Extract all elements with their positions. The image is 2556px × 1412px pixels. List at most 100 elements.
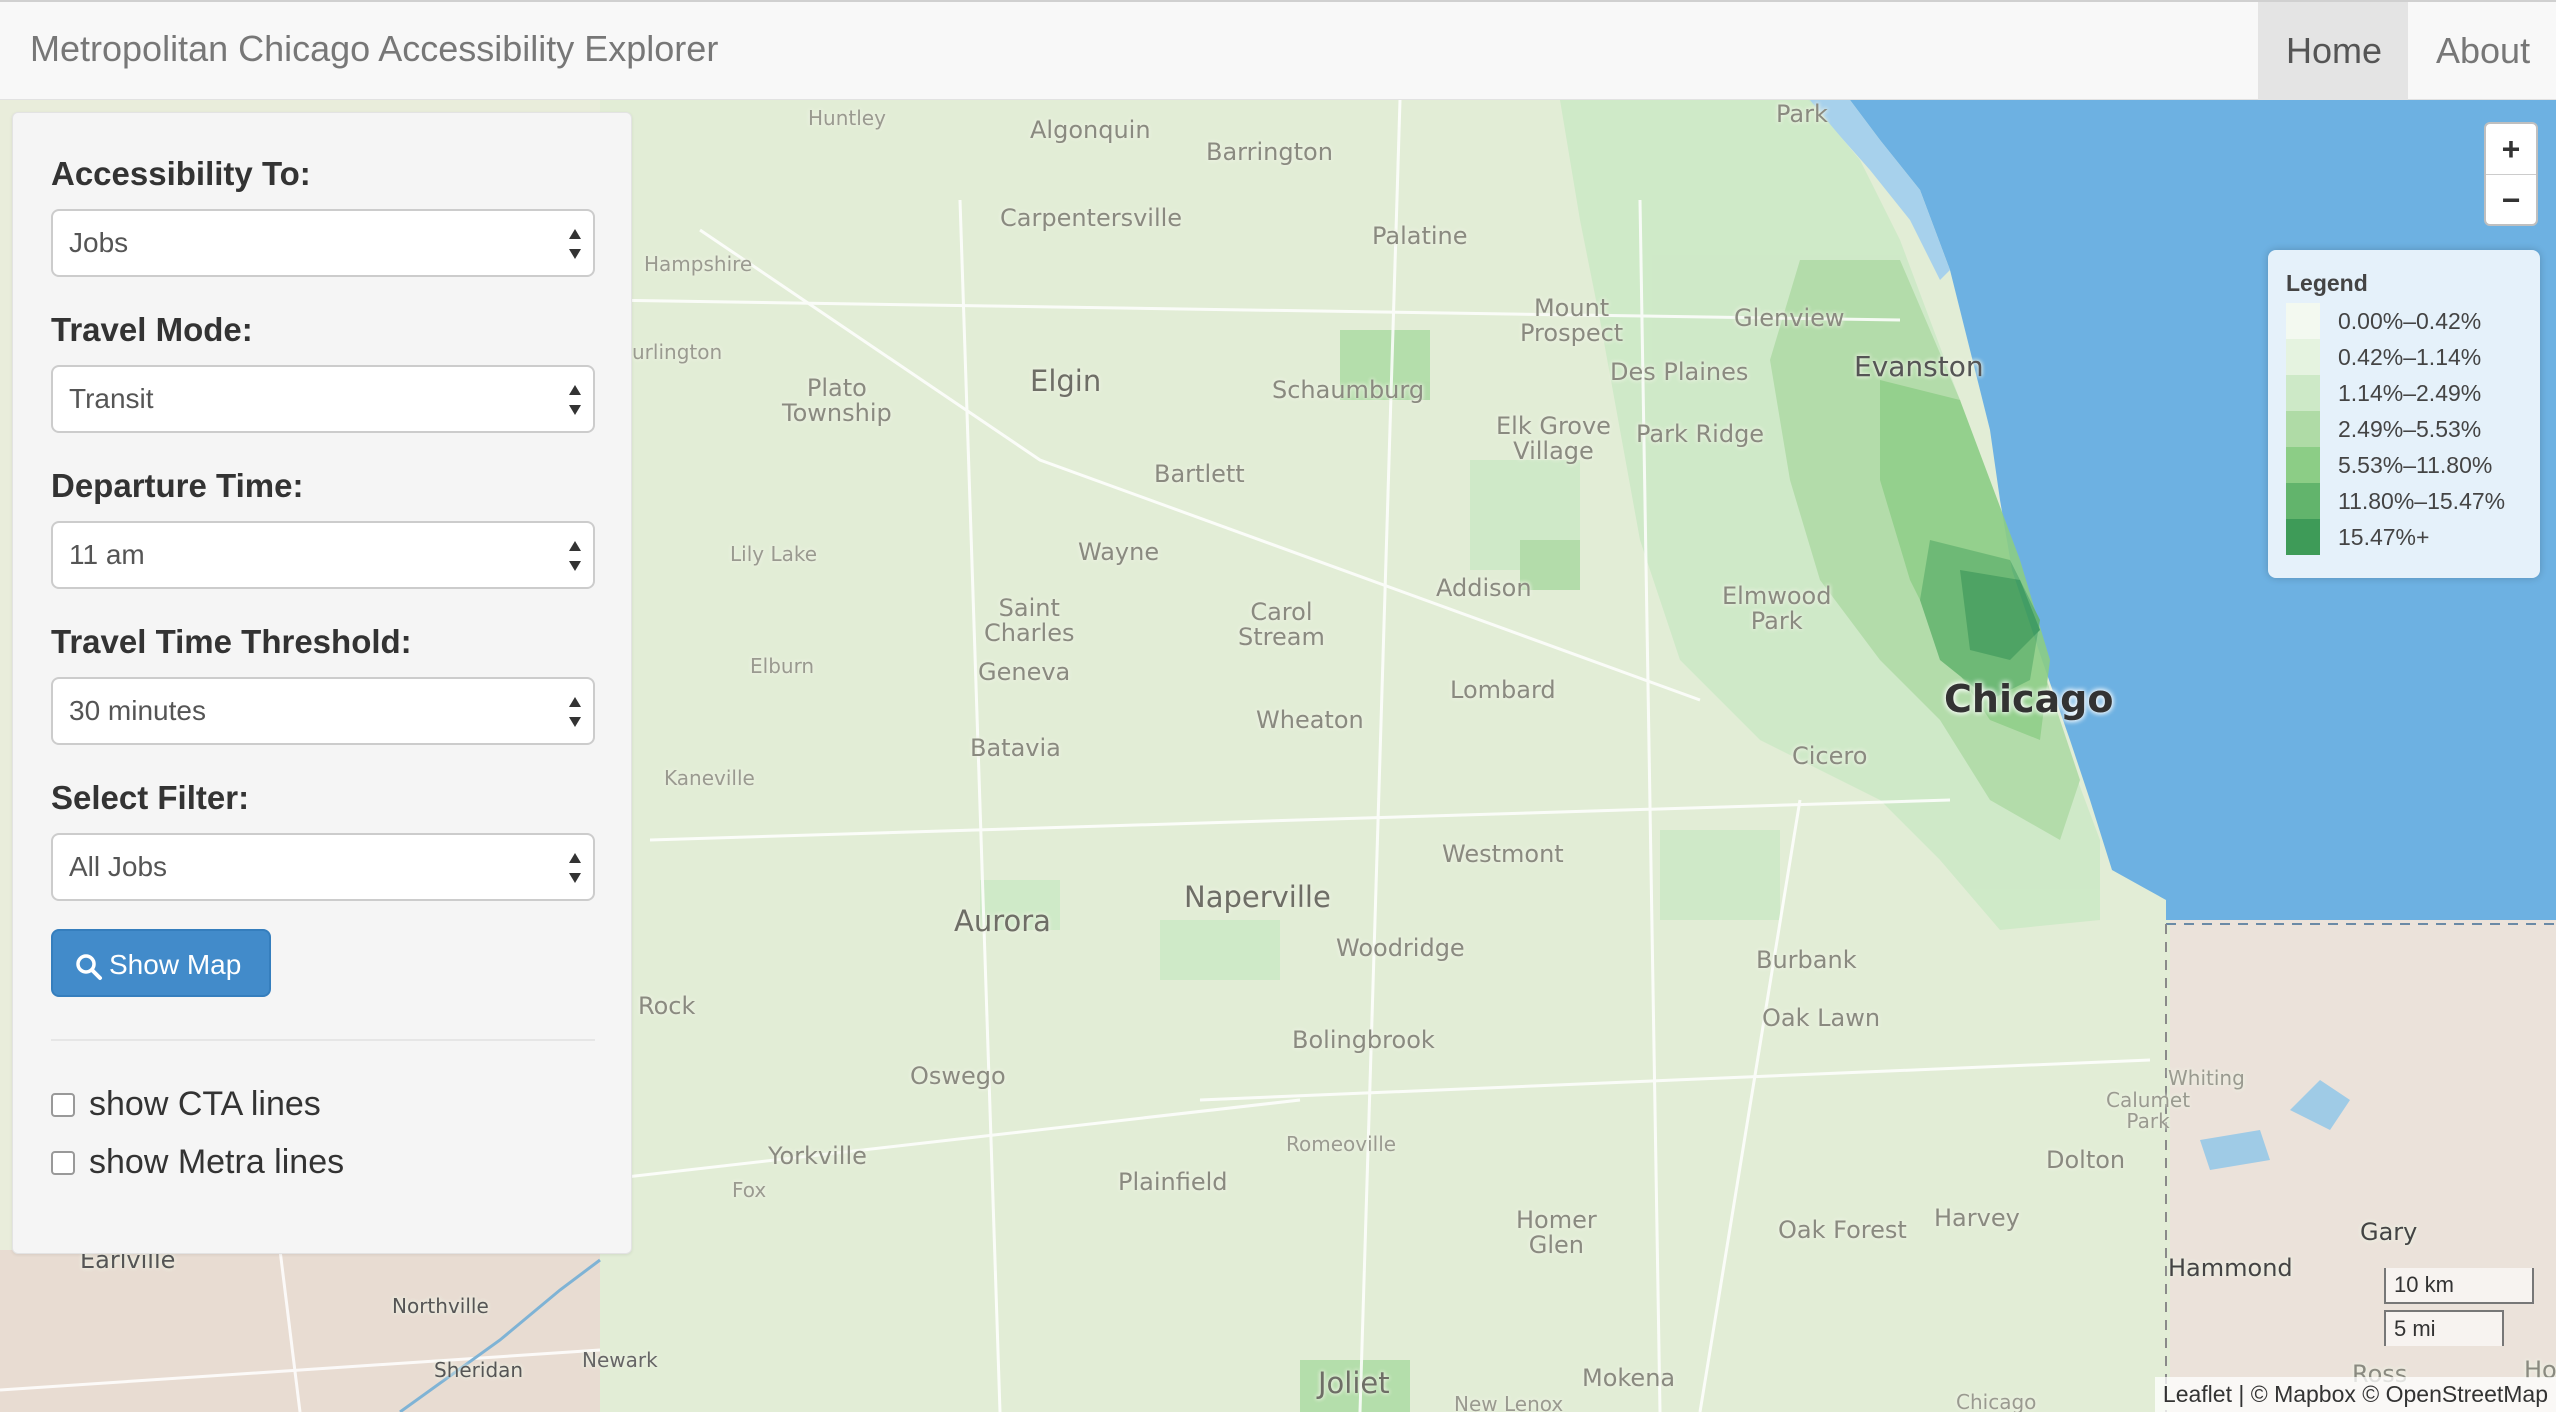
place-huntley: Huntley bbox=[808, 106, 886, 130]
legend-item: 1.14%–2.49% bbox=[2286, 375, 2522, 411]
legend-item: 0.42%–1.14% bbox=[2286, 339, 2522, 375]
place-schaumburg: Schaumburg bbox=[1272, 376, 1425, 404]
scale-mi: 5 mi bbox=[2384, 1310, 2504, 1346]
travel-time-threshold-select[interactable]: 30 minutes bbox=[51, 677, 595, 745]
place-plato-township: Plato Township bbox=[782, 374, 892, 428]
scale-km: 10 km bbox=[2384, 1268, 2534, 1304]
place-lombard: Lombard bbox=[1450, 676, 1556, 704]
place-batavia: Batavia bbox=[970, 734, 1061, 762]
app-title[interactable]: Metropolitan Chicago Accessibility Explo… bbox=[30, 28, 718, 70]
place-joliet: Joliet bbox=[1318, 1366, 1390, 1400]
select-filter-select[interactable]: All Jobs bbox=[51, 833, 595, 901]
place-elgin: Elgin bbox=[1030, 364, 1102, 398]
show-cta-lines-checkbox[interactable] bbox=[51, 1092, 75, 1117]
show-cta-lines-row[interactable]: show CTA lines bbox=[51, 1085, 321, 1124]
legend-swatch bbox=[2286, 375, 2320, 411]
accessibility-to-value: Jobs bbox=[69, 227, 129, 258]
place-westmont: Westmont bbox=[1442, 840, 1564, 868]
legend-item: 5.53%–11.80% bbox=[2286, 447, 2522, 483]
legend-label: 5.53%–11.80% bbox=[2338, 451, 2493, 478]
legend-swatch bbox=[2286, 447, 2320, 483]
legend-item: 2.49%–5.53% bbox=[2286, 411, 2522, 447]
show-metra-lines-label[interactable]: show Metra lines bbox=[89, 1143, 344, 1182]
nav-about[interactable]: About bbox=[2408, 2, 2556, 100]
show-metra-lines-checkbox[interactable] bbox=[51, 1150, 75, 1175]
search-icon bbox=[76, 954, 102, 980]
place-woodridge: Woodridge bbox=[1336, 934, 1465, 962]
navbar: Metropolitan Chicago Accessibility Explo… bbox=[0, 0, 2556, 100]
legend-item: 0.00%–0.42% bbox=[2286, 303, 2522, 339]
place-algonquin: Algonquin bbox=[1030, 116, 1151, 144]
departure-time-label: Departure Time: bbox=[51, 467, 304, 504]
departure-time-select[interactable]: 11 am bbox=[51, 521, 595, 589]
place-carol-stream: Carol Stream bbox=[1238, 598, 1325, 652]
departure-time-value: 11 am bbox=[69, 539, 145, 570]
place-burbank: Burbank bbox=[1756, 946, 1857, 974]
place-homer-glen: Homer Glen bbox=[1516, 1206, 1597, 1260]
place-mokena: Mokena bbox=[1582, 1364, 1676, 1392]
place-fox: Fox bbox=[732, 1178, 767, 1202]
legend-label: 0.00%–0.42% bbox=[2338, 307, 2482, 334]
legend-label: 1.14%–2.49% bbox=[2338, 379, 2482, 406]
place-saint-charles: Saint Charles bbox=[984, 594, 1075, 648]
zoom-in-button[interactable]: + bbox=[2486, 124, 2536, 175]
legend-item: 11.80%–15.47% bbox=[2286, 483, 2522, 519]
travel-time-threshold-value: 30 minutes bbox=[69, 695, 206, 726]
place-palatine: Palatine bbox=[1372, 222, 1468, 250]
legend-label: 0.42%–1.14% bbox=[2338, 343, 2482, 370]
place-chicago-heights: Chicago bbox=[1956, 1390, 2037, 1412]
place-mount-prospect: Mount Prospect bbox=[1520, 294, 1624, 348]
map-attribution[interactable]: Leaflet | © Mapbox © OpenStreetMap bbox=[2154, 1377, 2556, 1412]
place-evanston: Evanston bbox=[1854, 350, 1984, 383]
place-urlington: urlington bbox=[632, 340, 723, 364]
place-oswego: Oswego bbox=[910, 1062, 1006, 1090]
place-elburn: Elburn bbox=[750, 654, 815, 678]
place-elk-grove-village: Elk Grove Village bbox=[1496, 412, 1611, 466]
legend: Legend 0.00%–0.42% 0.42%–1.14% 1.14%–2.4… bbox=[2268, 250, 2540, 578]
place-des-plaines: Des Plaines bbox=[1610, 358, 1749, 386]
place-harvey: Harvey bbox=[1934, 1204, 2020, 1232]
place-oak-forest: Oak Forest bbox=[1778, 1216, 1907, 1244]
place-chicago: Chicago bbox=[1944, 677, 2114, 721]
legend-label: 15.47%+ bbox=[2338, 523, 2430, 550]
legend-swatch bbox=[2286, 339, 2320, 375]
place-sheridan: Sheridan bbox=[434, 1358, 524, 1382]
place-dolton: Dolton bbox=[2046, 1146, 2126, 1174]
place-cicero: Cicero bbox=[1792, 742, 1868, 770]
place-glenview: Glenview bbox=[1734, 304, 1845, 332]
show-map-button[interactable]: Show Map bbox=[51, 929, 271, 997]
travel-time-threshold-label: Travel Time Threshold: bbox=[51, 623, 412, 660]
place-lily-lake: Lily Lake bbox=[730, 542, 818, 566]
legend-label: 11.80%–15.47% bbox=[2338, 487, 2506, 514]
place-wayne: Wayne bbox=[1078, 538, 1160, 566]
place-addison: Addison bbox=[1436, 574, 1532, 602]
legend-swatch bbox=[2286, 303, 2320, 339]
show-metra-lines-row[interactable]: show Metra lines bbox=[51, 1143, 344, 1182]
place-newark: Newark bbox=[582, 1348, 658, 1372]
zoom-control: + − bbox=[2484, 122, 2538, 226]
place-northville: Northville bbox=[392, 1294, 489, 1318]
legend-item: 15.47%+ bbox=[2286, 519, 2522, 555]
select-arrows-icon bbox=[569, 853, 581, 883]
place-park-ridge: Park Ridge bbox=[1636, 420, 1765, 448]
place-oak-lawn: Oak Lawn bbox=[1762, 1004, 1881, 1032]
map-scale: 10 km 5 mi bbox=[2384, 1268, 2534, 1346]
divider bbox=[51, 1039, 595, 1041]
travel-mode-label: Travel Mode: bbox=[51, 311, 253, 348]
place-geneva: Geneva bbox=[978, 658, 1071, 686]
place-new-lenox: New Lenox bbox=[1454, 1392, 1564, 1412]
place-calumet-park: Calumet Park bbox=[2106, 1088, 2191, 1133]
nav-home[interactable]: Home bbox=[2258, 2, 2408, 100]
place-bolingbrook: Bolingbrook bbox=[1292, 1026, 1435, 1054]
place-bartlett: Bartlett bbox=[1154, 460, 1245, 488]
place-naperville: Naperville bbox=[1184, 880, 1331, 914]
travel-mode-select[interactable]: Transit bbox=[51, 365, 595, 433]
zoom-out-button[interactable]: − bbox=[2486, 175, 2536, 225]
control-panel: Accessibility To: Jobs Travel Mode: Tran… bbox=[12, 112, 632, 1254]
select-arrows-icon bbox=[569, 697, 581, 727]
place-carpentersville: Carpentersville bbox=[1000, 204, 1183, 232]
place-hampshire: Hampshire bbox=[644, 252, 753, 276]
show-cta-lines-label[interactable]: show CTA lines bbox=[89, 1085, 321, 1124]
accessibility-to-select[interactable]: Jobs bbox=[51, 209, 595, 277]
place-whiting: Whiting bbox=[2168, 1066, 2245, 1090]
